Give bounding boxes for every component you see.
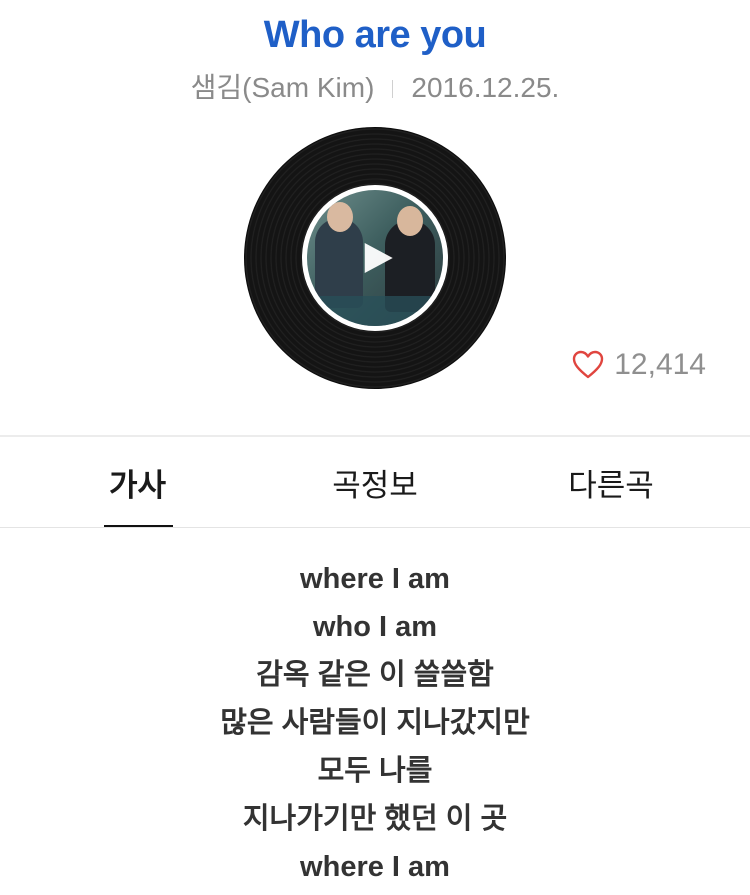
meta-separator [392, 80, 394, 98]
tab-song-info[interactable]: 곡정보 [277, 437, 473, 527]
vinyl-record[interactable] [245, 128, 505, 388]
tab-other-songs[interactable]: 다른곡 [513, 437, 709, 527]
album-art-banner [307, 296, 443, 326]
song-meta: 샘김(Sam Kim) 2016.12.25. [0, 66, 750, 106]
artist-name[interactable]: 샘김(Sam Kim) [191, 72, 375, 103]
tab-bar: 가사 곡정보 다른곡 [0, 437, 750, 528]
album-cover[interactable] [302, 185, 448, 331]
song-title: Who are you [263, 14, 487, 56]
divider [0, 527, 750, 528]
album-art-figure [315, 202, 363, 308]
lyric-line: 많은 사람들이 지나갔지만 [220, 707, 530, 739]
lyric-line: 모두 나를 [317, 755, 433, 787]
lyric-line: 지나가기만 했던 이 곳 [242, 803, 508, 835]
like-count: 12,414 [614, 348, 706, 381]
lyric-line: where I am [300, 851, 450, 883]
lyrics-panel: where I am who I am 감옥 같은 이 쓸쓸함 많은 사람들이 … [0, 555, 750, 891]
play-icon[interactable] [361, 241, 395, 275]
lyric-line: who I am [312, 611, 438, 643]
like-button[interactable]: 12,414 [572, 348, 706, 382]
heart-outline-icon [573, 350, 604, 379]
tab-lyrics[interactable]: 가사 [40, 437, 235, 527]
release-date: 2016.12.25. [411, 72, 560, 103]
lyric-line: 감옥 같은 이 쓸쓸함 [256, 659, 494, 691]
lyric-line: where I am [300, 563, 450, 595]
